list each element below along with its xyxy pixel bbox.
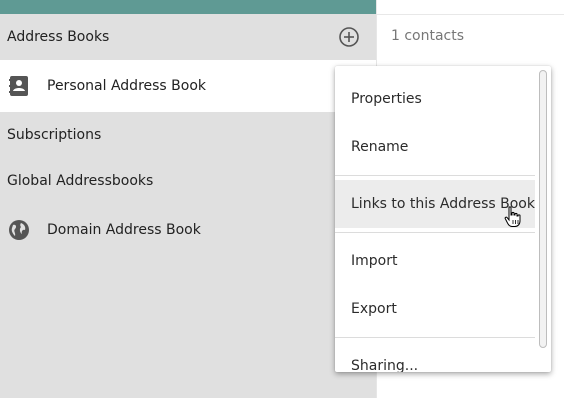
address-books-header: Address Books (0, 17, 376, 57)
address-books-header-label: Address Books (7, 29, 110, 45)
sidebar-item-domain-address-book[interactable]: Domain Address Book (0, 204, 376, 256)
subscriptions-header-label: Subscriptions (7, 127, 102, 143)
plus-circle-icon (339, 27, 359, 47)
globe-icon (8, 219, 30, 241)
menu-item-label: Properties (351, 91, 422, 107)
menu-item-label: Rename (351, 139, 409, 155)
contact-book-icon (8, 75, 30, 97)
menu-item-label: Export (351, 301, 397, 317)
global-addressbooks-header-label: Global Addressbooks (7, 173, 154, 189)
address-book-sidebar: Address Books Personal Address Book Subs… (0, 0, 376, 398)
sidebar-item-label: Personal Address Book (47, 78, 207, 94)
hand-pointer-icon (504, 206, 521, 227)
sidebar-top-bar (0, 0, 376, 14)
menu-separator (335, 337, 535, 338)
contact-count: 1 contacts (391, 28, 465, 44)
menu-separator (335, 232, 535, 233)
sidebar-item-label: Domain Address Book (47, 222, 201, 238)
menu-scrollbar[interactable] (539, 70, 547, 348)
subscriptions-header: Subscriptions (0, 115, 376, 155)
global-addressbooks-header: Global Addressbooks (0, 161, 376, 201)
menu-separator (335, 175, 535, 176)
menu-item-sharing[interactable]: Sharing... (335, 342, 535, 372)
menu-item-label: Import (351, 253, 398, 269)
menu-item-properties[interactable]: Properties (335, 75, 535, 123)
menu-item-rename[interactable]: Rename (335, 123, 535, 171)
menu-item-import[interactable]: Import (335, 237, 535, 285)
sidebar-item-personal-address-book[interactable]: Personal Address Book (0, 60, 376, 112)
menu-item-export[interactable]: Export (335, 285, 535, 333)
menu-item-label: Sharing... (351, 358, 419, 372)
divider (377, 14, 564, 15)
add-address-book-button[interactable] (338, 26, 360, 48)
